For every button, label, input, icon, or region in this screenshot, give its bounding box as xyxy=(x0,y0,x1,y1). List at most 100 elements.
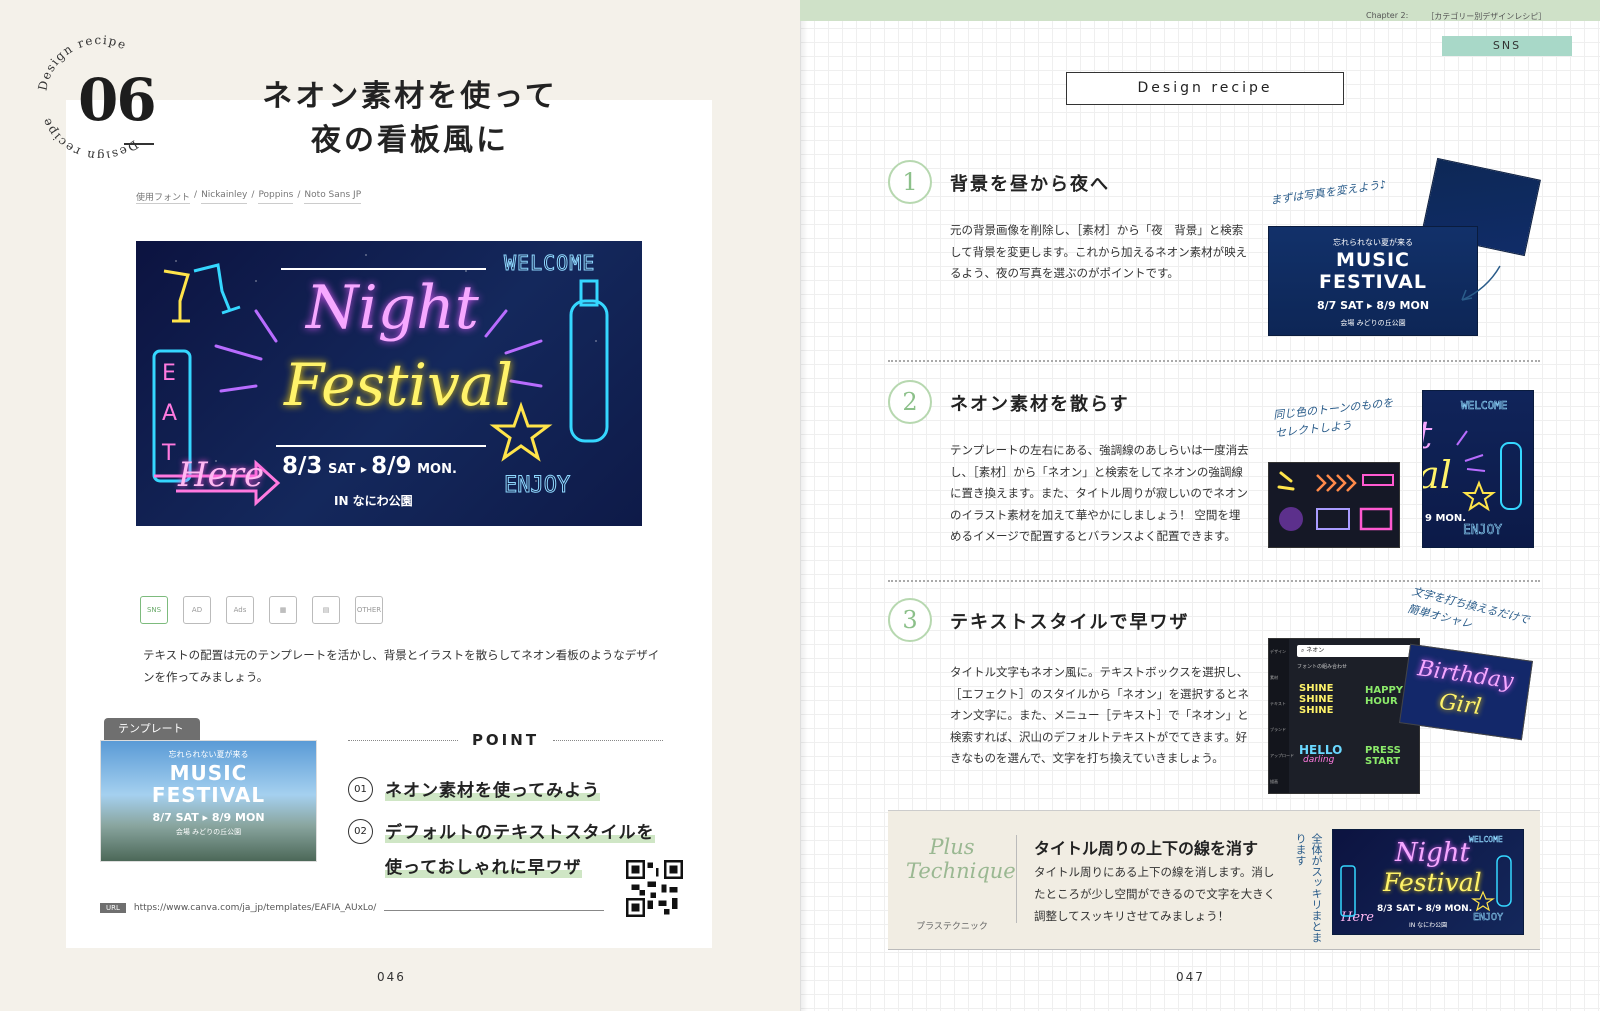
number-underline xyxy=(124,143,154,145)
point-number-2: 02 xyxy=(348,819,373,844)
step-1-body: 元の背景画像を削除し、［素材］から「夜 背景」と検索して背景を変更します。これか… xyxy=(950,223,1248,280)
s1-line-4: 8/7 SAT ▸ 8/9 MON xyxy=(1316,299,1430,312)
step-1-note: まずは写真を変えよう♪ xyxy=(1269,177,1388,208)
shine-1: SHINE xyxy=(1299,683,1334,694)
title-line-1: ネオン素材を使って xyxy=(262,79,558,114)
point-text-1: ネオン素材を使ってみよう xyxy=(385,781,601,801)
template-url: URL https://www.canva.com/ja_jp/template… xyxy=(100,903,605,913)
chapter-header: Chapter 2: ［カテゴリー別デザインレシピ］ xyxy=(1366,11,1546,22)
template-image: 忘れられない夏が来る MUSIC FESTIVAL 8/7 SAT ▸ 8/9 … xyxy=(100,740,317,862)
hero-date-2: 8/9 xyxy=(371,453,412,479)
step-3-body: タイトル文字もネオン風に。テキストボックスを選択し、［エフェクト］のスタイルから… xyxy=(950,665,1249,765)
url-tag: URL xyxy=(100,903,126,913)
tpl-line-4: 8/7 SAT ▸ 8/9 MON xyxy=(152,811,265,824)
plus-script: Plus Technique xyxy=(906,835,1016,883)
plus-result-image: WELCOME Night Festival 8/3 SAT ▸ 8/9 MON… xyxy=(1332,829,1524,935)
left-page: Design recipe Design recipe 06 ネオン素材を使って… xyxy=(0,0,800,1011)
hero-venue: IN なにわ公園 xyxy=(334,494,413,508)
template-tab: テンプレート xyxy=(104,718,200,740)
plus-sub: プラステクニック xyxy=(916,922,988,932)
hero-enjoy: ENJOY xyxy=(503,473,571,499)
qr-code[interactable] xyxy=(626,860,683,917)
side-menu-5[interactable]: アップロード xyxy=(1270,753,1294,759)
plus-heading: タイトル周りの上下の線を消す xyxy=(1034,839,1259,858)
s2-enjoy: ENJOY xyxy=(1463,523,1503,539)
plus-script-2: Technique xyxy=(906,859,1016,883)
side-menu-1[interactable]: デザイン xyxy=(1270,649,1286,655)
side-menu-2[interactable]: 素材 xyxy=(1270,675,1278,681)
point-text-2b: 使っておしゃれに早ワザ xyxy=(385,858,582,878)
point-heading: POINT xyxy=(348,731,663,749)
plus-body: タイトル周りにある上下の線を消します。消したところが少し空間ができるので文字を大… xyxy=(1034,865,1276,923)
hero-night: Night xyxy=(306,273,479,343)
business-card-icon: ▤ xyxy=(312,596,340,624)
used-fonts: 使用フォント / Nickainley / Poppins / Noto Sans J… xyxy=(136,190,362,204)
side-menu-3[interactable]: テキスト xyxy=(1270,701,1286,707)
style-shine[interactable]: SHINE SHINE SHINE xyxy=(1299,683,1334,716)
style-darling: darling xyxy=(1303,755,1335,765)
shine-2: SHINE xyxy=(1299,694,1334,705)
fonts-label: 使用フォント xyxy=(136,190,191,204)
book-spread: Design recipe Design recipe 06 ネオン素材を使って… xyxy=(0,0,1600,1011)
presentation-icon: ▦ xyxy=(269,596,297,624)
tpl-line-2: MUSIC xyxy=(169,761,248,785)
step-3-number: 3 xyxy=(888,598,932,642)
page-number-right: 047 xyxy=(1176,970,1205,984)
birthday-girl-badge: Birthday Girl xyxy=(1399,643,1533,741)
step-3-heading: テキストスタイルで早ワザ xyxy=(950,612,1190,633)
other-icon: OTHER xyxy=(355,596,383,624)
ads-document-icon: Ads xyxy=(226,596,254,624)
search-icon: ⌕ xyxy=(1301,647,1305,654)
tpl-line-1: 忘れられない夏が来る xyxy=(168,750,249,759)
badge-line-1: Birthday xyxy=(1416,656,1515,695)
font-3: Noto Sans JP xyxy=(304,190,362,204)
step-1-number: 1 xyxy=(888,160,932,204)
side-menu-4[interactable]: ブランド xyxy=(1270,727,1286,733)
neon-elements-panel xyxy=(1268,462,1400,548)
plus-technique: Plus Technique プラステクニック タイトル周りの上下の線を消す タ… xyxy=(888,810,1540,950)
side-menu-6[interactable]: 描画 xyxy=(1270,779,1278,785)
shine-3: SHINE xyxy=(1299,705,1334,716)
point-item-2: 02 デフォルトのテキストスタイルを 使っておしゃれに早ワザ xyxy=(348,816,655,886)
category-icons: SNS AD Ads ▦ ▤ OTHER xyxy=(140,596,383,624)
separator-1 xyxy=(888,360,1540,362)
neon-progress-image: WELCOME t al 9 MON. ENJOY xyxy=(1422,390,1534,548)
step-2-body: テンプレートの左右にある、強調線のあしらいは一度消去し、［素材］から「ネオン」と… xyxy=(950,443,1249,543)
hero-eat-e: E xyxy=(162,361,176,386)
point-number-1: 01 xyxy=(348,777,373,802)
right-page: Chapter 2: ［カテゴリー別デザインレシピ］ SNS Design re… xyxy=(800,0,1600,1011)
page-number-left: 046 xyxy=(377,970,406,984)
curved-arrow-icon xyxy=(1461,265,1501,301)
hero-eat-t: T xyxy=(162,441,176,466)
category-tag: SNS xyxy=(1442,36,1572,56)
recipe-number: 06 xyxy=(78,66,157,134)
s1-line-3: FESTIVAL xyxy=(1319,271,1427,293)
s2-mon: 9 MON. xyxy=(1425,513,1467,524)
s1-line-1: 忘れられない夏が来る xyxy=(1333,238,1413,247)
separator-2 xyxy=(888,580,1540,582)
badge-line-2: Girl xyxy=(1437,689,1483,721)
chapter-title: ［カテゴリー別デザインレシピ］ xyxy=(1426,12,1547,21)
hero-day-2: MON. xyxy=(417,462,457,477)
panel-search-value: ネオン xyxy=(1306,647,1325,654)
hero-welcome: WELCOME xyxy=(503,251,596,276)
style-press-start[interactable]: PRESS START xyxy=(1365,745,1415,767)
chapter-number: Chapter 2: xyxy=(1366,11,1409,20)
hero-here: Here xyxy=(178,455,265,495)
lead-text: テキストの配置は元のテンプレートを活かし、背景とイラストを散らしてネオン看板のよ… xyxy=(143,648,660,684)
hero-eat-a: A xyxy=(162,401,178,426)
plus-script-1: Plus xyxy=(929,835,975,859)
ad-icon: AD xyxy=(183,596,211,624)
point-item-1: 01 ネオン素材を使ってみよう xyxy=(348,774,601,809)
step-1-heading: 背景を昼から夜へ xyxy=(950,174,1110,195)
neon-festival-image: WELCOME Night Festival E A T Here 8/3 SA… xyxy=(136,241,642,526)
step-3-note: 文字を打ち換えるだけで簡単オシャレ xyxy=(1406,584,1531,631)
url-link[interactable]: https://www.canva.com/ja_jp/templates/EA… xyxy=(134,903,376,913)
music-festival-night-image: 忘れられない夏が来る MUSIC FESTIVAL 8/7 SAT ▸ 8/9 … xyxy=(1268,226,1478,336)
font-2: Poppins xyxy=(258,190,294,204)
hero-day-1: SAT xyxy=(328,462,356,477)
panel-search-input[interactable]: ⌕ ネオン xyxy=(1297,645,1413,657)
design-recipe-box: Design recipe xyxy=(1066,72,1344,105)
hero-date-1: 8/3 xyxy=(282,453,323,479)
hero-dates: 8/3 SAT ▸ 8/9 MON. xyxy=(282,453,457,479)
